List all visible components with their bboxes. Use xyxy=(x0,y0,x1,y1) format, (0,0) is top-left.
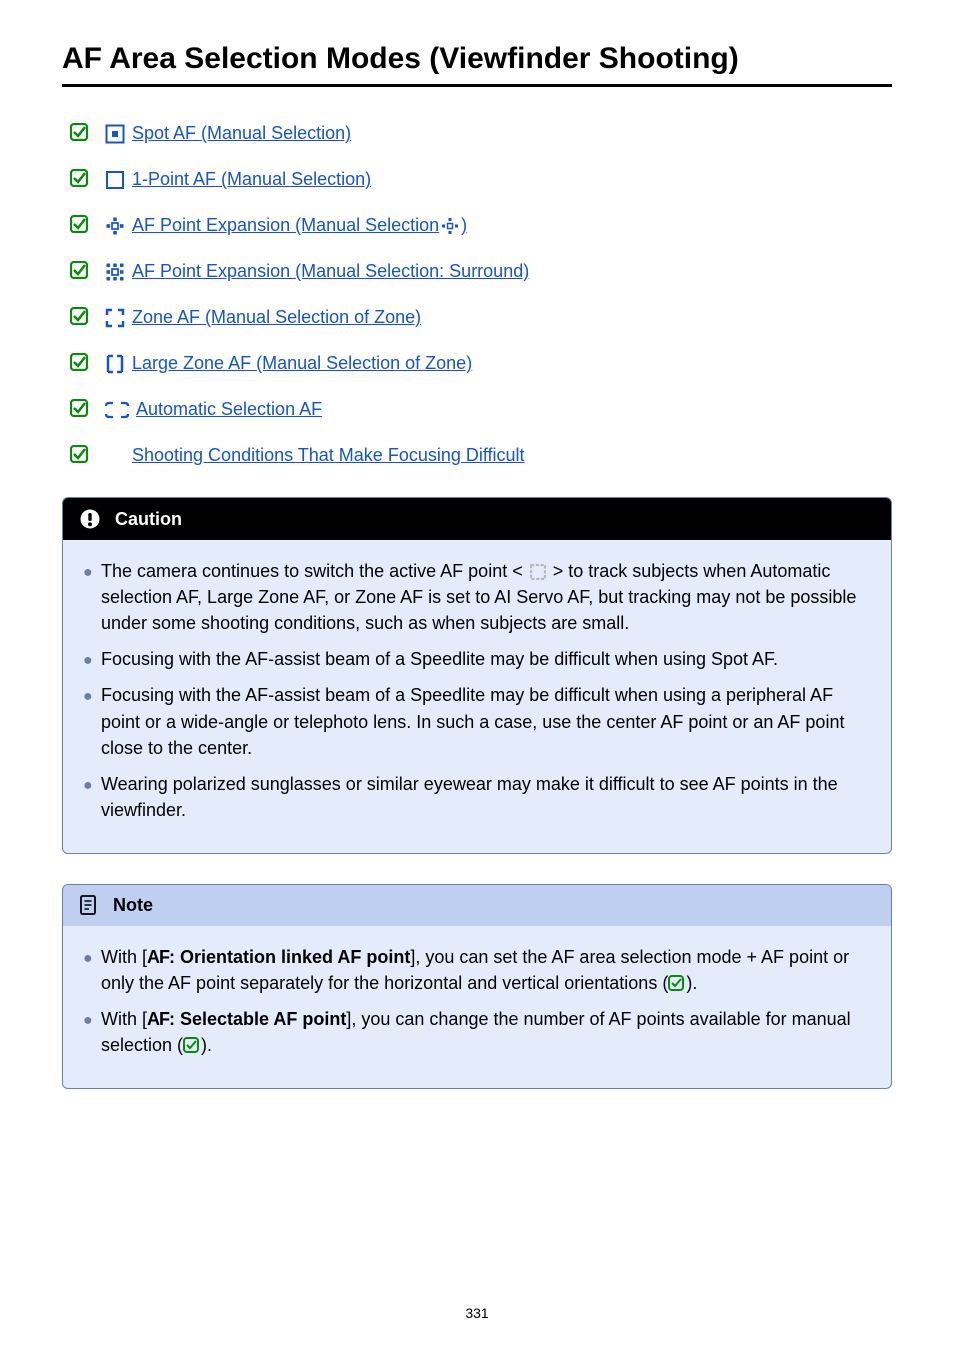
af-glyph: AF xyxy=(147,947,169,967)
zone-af-icon xyxy=(104,308,126,328)
page-number: 331 xyxy=(465,1305,488,1321)
note-body: ● With [AF: Orientation linked AF point]… xyxy=(63,926,891,1088)
bullet-text-pre: The camera continues to switch the activ… xyxy=(101,561,528,581)
check-icon xyxy=(70,445,88,467)
caution-body: ● The camera continues to switch the act… xyxy=(63,540,891,853)
caution-bullet: ● The camera continues to switch the act… xyxy=(83,558,871,636)
link-label: Large Zone AF (Manual Selection of Zone) xyxy=(132,353,472,375)
link-label: AF Point Expansion (Manual Selection: Su… xyxy=(132,261,529,283)
link-label: Spot AF (Manual Selection) xyxy=(132,123,351,145)
bullet-text: Focusing with the AF-assist beam of a Sp… xyxy=(101,646,871,672)
link-spot-af[interactable]: Spot AF (Manual Selection) xyxy=(62,123,892,145)
check-icon xyxy=(70,169,88,191)
note-box: Note ● With [AF: Orientation linked AF p… xyxy=(62,884,892,1089)
check-icon xyxy=(70,353,88,375)
link-label: Automatic Selection AF xyxy=(136,399,322,421)
caution-header: Caution xyxy=(63,498,891,540)
page-title: AF Area Selection Modes (Viewfinder Shoo… xyxy=(62,42,892,87)
link-shooting-conditions[interactable]: Shooting Conditions That Make Focusing D… xyxy=(62,445,892,467)
bullet-text: Focusing with the AF-assist beam of a Sp… xyxy=(101,682,871,760)
expansion-cross-icon-inline xyxy=(441,217,459,235)
bullet-icon: ● xyxy=(83,685,101,708)
check-icon xyxy=(70,123,88,145)
bullet-text-bold: : Orientation linked AF point xyxy=(169,947,410,967)
bullet-icon: ● xyxy=(83,774,101,797)
auto-af-icon xyxy=(104,401,130,419)
note-bullet: ● With [AF: Orientation linked AF point]… xyxy=(83,944,871,996)
link-1point-af[interactable]: 1-Point AF (Manual Selection) xyxy=(62,169,892,191)
bullet-text-pre: With [ xyxy=(101,1009,147,1029)
bullet-text: The camera continues to switch the activ… xyxy=(101,558,871,636)
af-point-icon xyxy=(530,564,546,580)
link-expansion-surround[interactable]: AF Point Expansion (Manual Selection: Su… xyxy=(62,261,892,283)
caution-title: Caution xyxy=(115,509,182,530)
1point-af-icon xyxy=(104,170,126,190)
bullet-icon: ● xyxy=(83,649,101,672)
bullet-text-bold: : Selectable AF point xyxy=(169,1009,346,1029)
link-label-trailing: ) xyxy=(461,215,467,237)
caution-bullet: ● Wearing polarized sunglasses or simila… xyxy=(83,771,871,823)
bullet-text: With [AF: Selectable AF point], you can … xyxy=(101,1006,871,1058)
link-zone-af[interactable]: Zone AF (Manual Selection of Zone) xyxy=(62,307,892,329)
caution-box: Caution ● The camera continues to switch… xyxy=(62,497,892,854)
check-icon xyxy=(70,399,88,421)
link-list: Spot AF (Manual Selection) 1-Point AF (M… xyxy=(62,123,892,467)
caution-icon xyxy=(79,508,101,530)
check-icon xyxy=(70,215,88,237)
bullet-text-post2: ). xyxy=(201,1035,212,1055)
caution-bullet: ● Focusing with the AF-assist beam of a … xyxy=(83,646,871,672)
note-header: Note xyxy=(63,885,891,926)
link-auto-af[interactable]: Automatic Selection AF xyxy=(62,399,892,421)
check-icon xyxy=(70,261,88,283)
link-large-zone-af[interactable]: Large Zone AF (Manual Selection of Zone) xyxy=(62,353,892,375)
expansion-surround-icon xyxy=(104,262,126,282)
bullet-icon: ● xyxy=(83,1009,101,1032)
link-label: Shooting Conditions That Make Focusing D… xyxy=(132,445,525,467)
page-link-icon[interactable] xyxy=(668,970,686,996)
check-icon xyxy=(70,307,88,329)
bullet-text-post2: ). xyxy=(686,973,697,993)
link-label: 1-Point AF (Manual Selection) xyxy=(132,169,371,191)
af-glyph: AF xyxy=(147,1009,169,1029)
caution-bullet: ● Focusing with the AF-assist beam of a … xyxy=(83,682,871,760)
expansion-cross-icon xyxy=(104,216,126,236)
note-icon xyxy=(79,895,99,915)
bullet-text: With [AF: Orientation linked AF point], … xyxy=(101,944,871,996)
bullet-text-pre: With [ xyxy=(101,947,147,967)
bullet-text: Wearing polarized sunglasses or similar … xyxy=(101,771,871,823)
large-zone-af-icon xyxy=(104,354,126,374)
link-label: AF Point Expansion (Manual Selection xyxy=(132,215,439,237)
note-bullet: ● With [AF: Selectable AF point], you ca… xyxy=(83,1006,871,1058)
note-title: Note xyxy=(113,895,153,916)
spot-af-icon xyxy=(104,124,126,144)
link-expansion-cross[interactable]: AF Point Expansion (Manual Selection ) xyxy=(62,215,892,237)
link-label: Zone AF (Manual Selection of Zone) xyxy=(132,307,421,329)
bullet-icon: ● xyxy=(83,947,101,970)
page-link-icon[interactable] xyxy=(183,1032,201,1058)
bullet-icon: ● xyxy=(83,561,101,584)
